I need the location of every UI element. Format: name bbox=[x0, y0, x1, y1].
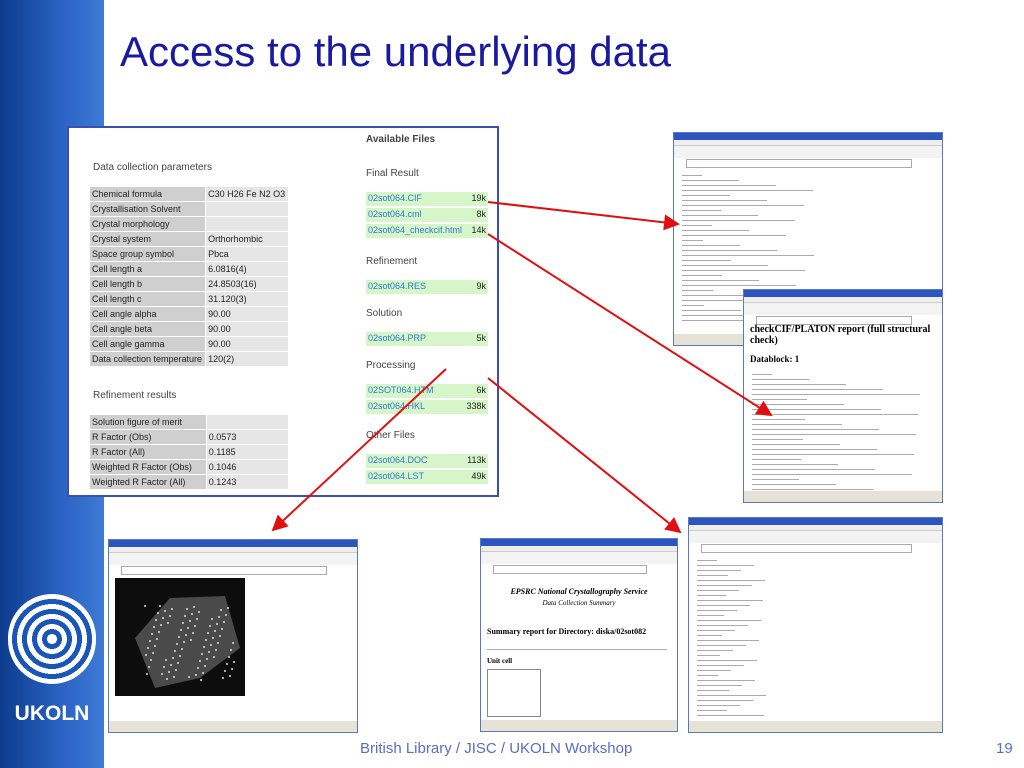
footer-text: British Library / JISC / UKOLN Workshop bbox=[360, 740, 633, 757]
arrows-layer bbox=[271, 201, 773, 534]
arrow-htm bbox=[271, 368, 447, 532]
page-number: 19 bbox=[996, 740, 1013, 757]
arrow-hkl bbox=[487, 377, 682, 534]
arrow-checkcif bbox=[487, 233, 773, 417]
arrow-cif bbox=[487, 201, 680, 231]
